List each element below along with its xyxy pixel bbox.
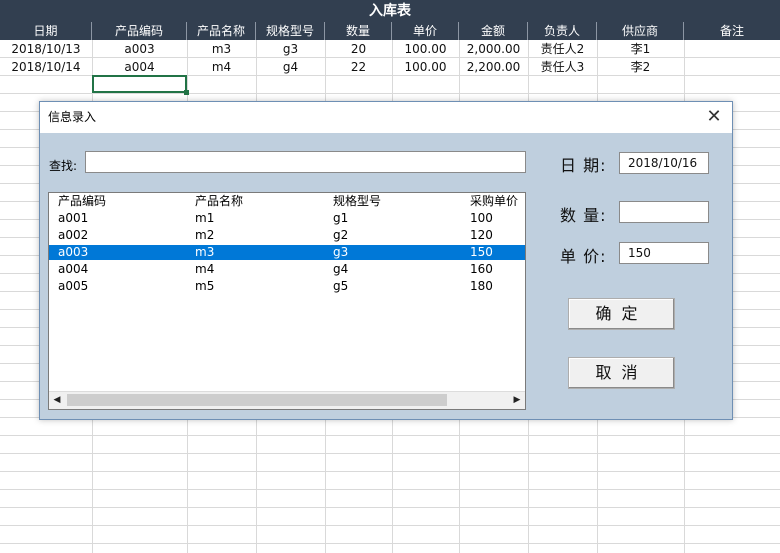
header-unit-price[interactable]: 单价 [392,22,459,40]
list-cell-code: a003 [58,245,89,259]
cell-supplier[interactable]: 李1 [597,40,684,58]
header-product-code[interactable]: 产品编码 [92,22,187,40]
list-cell-name: m4 [195,262,215,276]
list-cell-spec: g2 [333,228,349,242]
sheet-header-row: 日期 产品编码 产品名称 规格型号 数量 单价 金额 负责人 供应商 备注 [0,22,780,40]
cell-amount[interactable]: 2,000.00 [459,40,528,58]
price-field[interactable]: 150 [619,242,709,264]
cell-date[interactable]: 2018/10/13 [0,40,92,58]
list-cell-code: a002 [58,228,89,242]
list-header-price: 采购单价 [470,194,519,208]
list-cell-name: m2 [195,228,215,242]
table-row: 2018/10/13 a003 m3 g3 20 100.00 2,000.00… [0,40,780,58]
quantity-field[interactable] [619,201,709,223]
cell-owner[interactable]: 责任人3 [528,58,597,76]
date-field[interactable]: 2018/10/16 [619,152,709,174]
dialog-title: 信息录入 [48,110,97,124]
list-cell-price: 120 [470,228,493,242]
close-icon[interactable]: ✕ [704,107,724,127]
quantity-label: 数 量: [560,206,607,225]
header-amount[interactable]: 金额 [459,22,528,40]
list-item[interactable]: a005 m5 g5 180 [49,279,525,294]
list-cell-spec: g3 [333,245,349,259]
list-header-name: 产品名称 [195,194,244,208]
cell-product-name[interactable]: m3 [187,40,256,58]
horizontal-scrollbar[interactable]: ◀ ▶ [49,391,525,409]
list-item[interactable]: a001 m1 g1 100 [49,211,525,226]
list-cell-price: 100 [470,211,493,225]
cell-product-code[interactable]: a003 [92,40,187,58]
header-spec[interactable]: 规格型号 [256,22,325,40]
list-item[interactable]: a002 m2 g2 120 [49,228,525,243]
header-supplier[interactable]: 供应商 [597,22,684,40]
ok-button[interactable]: 确定 [568,298,675,330]
cell-product-name[interactable]: m4 [187,58,256,76]
list-cell-name: m1 [195,211,215,225]
cell-spec[interactable]: g3 [256,40,325,58]
list-header: 产品编码 产品名称 规格型号 采购单价 [49,194,525,209]
header-remarks[interactable]: 备注 [684,22,780,40]
cancel-button[interactable]: 取消 [568,357,675,389]
cell-date[interactable]: 2018/10/14 [0,58,92,76]
header-quantity[interactable]: 数量 [325,22,392,40]
list-cell-code: a001 [58,211,89,225]
cell-owner[interactable]: 责任人2 [528,40,597,58]
header-product-name[interactable]: 产品名称 [187,22,256,40]
list-cell-price: 160 [470,262,493,276]
list-cell-price: 180 [470,279,493,293]
list-cell-spec: g1 [333,211,349,225]
list-cell-price: 150 [470,245,493,259]
list-cell-name: m3 [195,245,215,259]
cell-unit-price[interactable]: 100.00 [392,58,459,76]
table-row: 2018/10/14 a004 m4 g4 22 100.00 2,200.00… [0,58,780,76]
scroll-left-icon[interactable]: ◀ [49,392,65,408]
price-label: 单 价: [560,247,607,266]
list-cell-name: m5 [195,279,215,293]
header-date[interactable]: 日期 [0,22,92,40]
active-cell-selection[interactable] [92,75,189,95]
cell-quantity[interactable]: 20 [325,40,392,58]
search-input[interactable] [85,151,526,173]
cell-supplier[interactable]: 李2 [597,58,684,76]
list-item-selected[interactable]: a003 m3 g3 150 [49,245,525,260]
search-label: 查找: [49,159,78,173]
scrollbar-thumb[interactable] [67,394,447,406]
list-cell-code: a004 [58,262,89,276]
info-entry-dialog: 信息录入 ✕ 查找: 产品编码 产品名称 规格型号 采购单价 a001 m1 g… [39,101,733,420]
cell-unit-price[interactable]: 100.00 [392,40,459,58]
list-header-code: 产品编码 [58,194,107,208]
cell-amount[interactable]: 2,200.00 [459,58,528,76]
cell-spec[interactable]: g4 [256,58,325,76]
cell-remarks[interactable] [684,40,780,58]
product-listbox[interactable]: 产品编码 产品名称 规格型号 采购单价 a001 m1 g1 100 a002 … [48,192,526,410]
cell-product-code[interactable]: a004 [92,58,187,76]
list-item[interactable]: a004 m4 g4 160 [49,262,525,277]
list-header-spec: 规格型号 [333,194,382,208]
list-cell-spec: g4 [333,262,349,276]
list-cell-spec: g5 [333,279,349,293]
header-owner[interactable]: 负责人 [528,22,597,40]
date-label: 日 期: [560,156,607,175]
dialog-titlebar[interactable]: 信息录入 ✕ [40,102,732,133]
list-cell-code: a005 [58,279,89,293]
sheet-title: 入库表 [0,0,780,22]
cell-remarks[interactable] [684,58,780,76]
scroll-right-icon[interactable]: ▶ [509,392,525,408]
cell-quantity[interactable]: 22 [325,58,392,76]
